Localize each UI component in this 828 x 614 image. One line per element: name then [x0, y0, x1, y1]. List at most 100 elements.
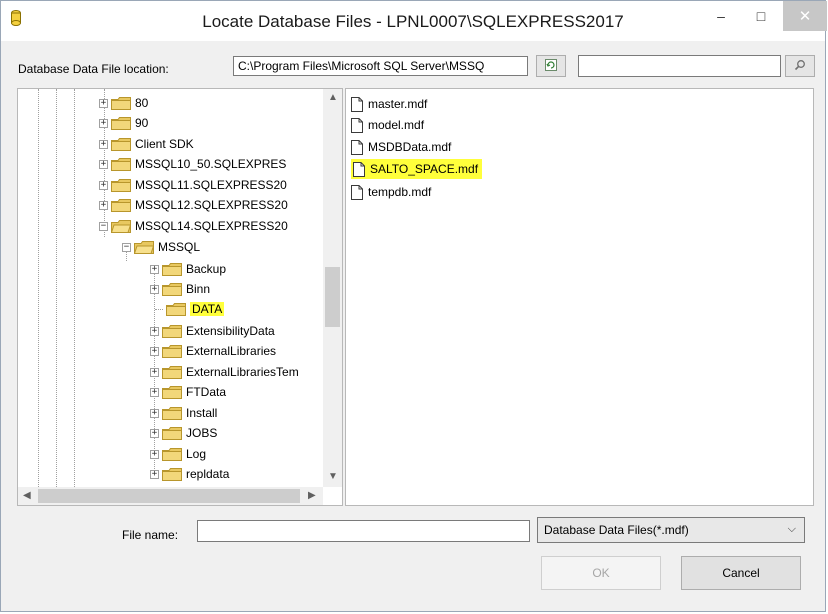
- tree-item[interactable]: + Binn: [150, 279, 210, 299]
- folder-icon: [111, 178, 131, 192]
- tree-item-label: 80: [135, 96, 149, 110]
- expand-icon[interactable]: +: [150, 326, 159, 336]
- tree-item-label: Log: [186, 447, 207, 461]
- folder-icon: [162, 282, 182, 296]
- tree-item[interactable]: + JOBS: [150, 423, 217, 443]
- scrollbar-thumb[interactable]: [325, 267, 340, 327]
- tree-item[interactable]: + Client SDK: [99, 134, 194, 154]
- tree-item[interactable]: + Install: [150, 403, 217, 423]
- tree-item-label: Binn: [186, 282, 211, 296]
- expand-icon[interactable]: +: [150, 284, 159, 294]
- expand-icon[interactable]: +: [99, 118, 108, 128]
- location-path-field[interactable]: C:\Program Files\Microsoft SQL Server\MS…: [233, 56, 528, 76]
- collapse-icon[interactable]: −: [99, 221, 108, 231]
- close-button[interactable]: ✕: [783, 1, 827, 31]
- scroll-down-icon[interactable]: ▼: [328, 471, 338, 482]
- file-item-label: SALTO_SPACE.mdf: [370, 162, 479, 176]
- tree-item[interactable]: + 80: [99, 93, 148, 113]
- tree-item-label: MSSQL11.SQLEXPRESS20: [135, 178, 287, 192]
- search-button[interactable]: [785, 55, 815, 77]
- tree-item-label: MSSQL10_50.SQLEXPRES: [135, 157, 287, 171]
- tree-item-label: JOBS: [186, 426, 218, 440]
- expand-icon[interactable]: +: [150, 346, 159, 356]
- file-item-highlighted[interactable]: SALTO_SPACE.mdf: [351, 159, 483, 179]
- expand-icon[interactable]: +: [150, 387, 159, 397]
- folder-icon: [111, 116, 131, 130]
- file-item[interactable]: MSDBData.mdf: [351, 137, 451, 157]
- file-icon: [351, 96, 363, 112]
- folder-open-icon: [134, 240, 154, 254]
- expand-icon[interactable]: +: [99, 98, 108, 108]
- tree-item[interactable]: + FTData: [150, 382, 226, 402]
- tree-item-label: MSSQL: [158, 240, 201, 254]
- tree-item[interactable]: + ExtensibilityData: [150, 321, 275, 341]
- title-bar[interactable]: Locate Database Files - LPNL0007\SQLEXPR…: [1, 1, 827, 41]
- refresh-button[interactable]: [536, 55, 566, 77]
- file-icon: [351, 117, 363, 133]
- file-name-input[interactable]: [197, 520, 530, 542]
- folder-icon: [162, 365, 182, 379]
- file-type-select[interactable]: Database Data Files(*.mdf) ⌵: [537, 517, 805, 543]
- tree-item-label: Install: [186, 406, 218, 420]
- folder-icon: [162, 324, 182, 338]
- cancel-button[interactable]: Cancel: [681, 556, 801, 590]
- tree-item[interactable]: + MSSQL12.SQLEXPRESS20: [99, 195, 288, 215]
- tree-item[interactable]: − MSSQL14.SQLEXPRESS20: [99, 216, 288, 236]
- expand-icon[interactable]: +: [150, 264, 159, 274]
- folder-tree[interactable]: + 80 + 90 + Client SDK + MSSQL10_50.SQLE…: [17, 88, 343, 506]
- tree-item[interactable]: + ExternalLibrariesTem: [150, 362, 299, 382]
- tree-horizontal-scrollbar[interactable]: ◀ ▶: [18, 487, 323, 505]
- expand-icon[interactable]: +: [150, 408, 159, 418]
- tree-item-label: FTData: [186, 385, 227, 399]
- maximize-button[interactable]: □: [741, 1, 781, 31]
- scroll-left-icon[interactable]: ◀: [23, 490, 31, 501]
- tree-guide-line: [74, 89, 75, 487]
- search-input[interactable]: [578, 55, 781, 77]
- collapse-icon[interactable]: −: [122, 242, 131, 252]
- expand-icon[interactable]: +: [150, 469, 159, 479]
- tree-item[interactable]: + repldata: [150, 464, 229, 484]
- ok-button[interactable]: OK: [541, 556, 661, 590]
- location-label: Database Data File location:: [18, 62, 169, 76]
- expand-icon[interactable]: +: [150, 367, 159, 377]
- expand-icon[interactable]: +: [150, 449, 159, 459]
- folder-open-icon: [111, 219, 131, 233]
- expand-icon[interactable]: +: [99, 200, 108, 210]
- tree-vertical-scrollbar[interactable]: ▲ ▼: [323, 89, 342, 487]
- tree-item[interactable]: + Backup: [150, 259, 226, 279]
- file-item-label: model.mdf: [368, 118, 425, 132]
- folder-icon: [162, 426, 182, 440]
- tree-item[interactable]: − MSSQL: [122, 237, 200, 257]
- expand-icon[interactable]: +: [99, 180, 108, 190]
- tree-item-label: DATA: [190, 302, 225, 316]
- expand-icon[interactable]: +: [150, 428, 159, 438]
- tree-item[interactable]: + Log: [150, 444, 206, 464]
- file-item[interactable]: master.mdf: [351, 94, 427, 114]
- tree-item-selected[interactable]: DATA: [166, 299, 225, 319]
- tree-item[interactable]: + 90: [99, 113, 148, 133]
- folder-icon: [111, 198, 131, 212]
- tree-connector: [155, 309, 163, 310]
- tree-item-label: Client SDK: [135, 137, 194, 151]
- chevron-down-icon: ⌵: [787, 523, 796, 535]
- tree-item-label: MSSQL12.SQLEXPRESS20: [135, 198, 288, 212]
- folder-icon: [162, 344, 182, 358]
- minimize-button[interactable]: –: [701, 1, 741, 31]
- file-icon: [351, 139, 363, 155]
- file-item[interactable]: tempdb.mdf: [351, 182, 431, 202]
- file-list[interactable]: master.mdf model.mdf MSDBData.mdf SALTO_…: [345, 88, 814, 506]
- expand-icon[interactable]: +: [99, 139, 108, 149]
- folder-icon: [166, 302, 186, 316]
- tree-item[interactable]: + ExternalLibraries: [150, 341, 276, 361]
- scroll-right-icon[interactable]: ▶: [308, 490, 316, 501]
- tree-item-label: ExtensibilityData: [186, 324, 275, 338]
- scroll-up-icon[interactable]: ▲: [328, 92, 338, 103]
- file-item[interactable]: model.mdf: [351, 115, 424, 135]
- tree-item-label: ExternalLibrariesTem: [186, 365, 299, 379]
- tree-item[interactable]: + MSSQL10_50.SQLEXPRES: [99, 154, 286, 174]
- tree-item-label: Backup: [186, 262, 227, 276]
- folder-icon: [162, 262, 182, 276]
- expand-icon[interactable]: +: [99, 159, 108, 169]
- tree-item[interactable]: + MSSQL11.SQLEXPRESS20: [99, 175, 287, 195]
- scrollbar-thumb[interactable]: [38, 489, 300, 503]
